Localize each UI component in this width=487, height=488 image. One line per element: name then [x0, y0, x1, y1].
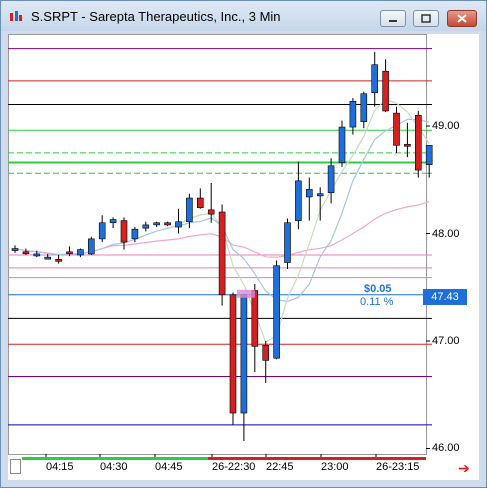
time-label: 26-22:30: [212, 461, 256, 473]
candle-body: [153, 222, 160, 226]
session-bar-afterhours: [208, 457, 426, 460]
candle-body: [11, 248, 19, 251]
window-title: S.SRPT - Sarepta Therapeutics, Inc., 3 M…: [31, 9, 281, 24]
time-label: 23:00: [321, 461, 349, 473]
time-label: 04:15: [46, 461, 74, 473]
candle-body: [88, 238, 95, 255]
price-label: 48.00: [432, 228, 460, 240]
chart-app-icon: [10, 11, 22, 21]
candle-body: [251, 290, 259, 347]
title-bar[interactable]: S.SRPT - Sarepta Therapeutics, Inc., 3 M…: [1, 1, 486, 31]
scroll-right-arrow-icon[interactable]: ➔: [458, 460, 470, 477]
session-bar-premarket: [22, 457, 208, 460]
candle-body: [414, 114, 422, 171]
candle-body: [33, 253, 41, 257]
price-chart[interactable]: [8, 34, 479, 480]
restore-icon: [421, 14, 431, 23]
minimize-button[interactable]: [380, 10, 406, 27]
candle-body: [207, 209, 215, 215]
close-icon: [457, 14, 467, 23]
time-label: 22:45: [266, 461, 294, 473]
candle-body: [305, 189, 313, 198]
candle-body: [120, 220, 128, 243]
candle-body: [175, 221, 182, 228]
minimize-icon: [389, 20, 397, 22]
close-button[interactable]: [447, 10, 477, 27]
candle-body: [240, 294, 248, 414]
time-label: 26-23:15: [376, 461, 420, 473]
candle-body: [109, 219, 117, 224]
current-price-tag: 47.43: [423, 289, 467, 305]
candle-body: [262, 344, 269, 361]
price-label: 46.00: [432, 442, 460, 454]
candle-body: [393, 112, 400, 146]
time-label: 04:30: [100, 461, 128, 473]
candle-body: [229, 294, 237, 414]
candle-body: [44, 256, 52, 260]
candle-body: [186, 197, 193, 222]
candle-body: [371, 64, 379, 93]
price-label: 49.00: [432, 120, 460, 132]
candle-body: [142, 224, 150, 229]
candle-body: [404, 143, 411, 147]
chart-area[interactable]: [8, 34, 479, 480]
candle-body: [218, 211, 226, 296]
candle-body: [338, 126, 346, 163]
candle-body: [349, 100, 357, 128]
candle-body: [273, 265, 280, 359]
candle-body: [55, 259, 62, 262]
time-label: 04:45: [155, 461, 183, 473]
candle-body: [316, 193, 324, 197]
candle-body: [382, 70, 389, 112]
price-label: 47.00: [432, 335, 460, 347]
maximize-button[interactable]: [413, 10, 439, 27]
candle-body: [131, 228, 139, 240]
candle-body: [284, 222, 291, 263]
scroll-reset-box[interactable]: [10, 459, 21, 474]
candle-body: [66, 251, 73, 255]
candle-body: [327, 165, 335, 193]
candle-body: [425, 145, 433, 165]
candle-body: [197, 197, 204, 208]
candle-body: [164, 222, 171, 226]
change-value: $0.05: [364, 283, 392, 295]
candle-body: [295, 180, 302, 221]
candle-body: [22, 251, 30, 255]
candle-body: [98, 222, 106, 240]
change-percent: 0.11 %: [360, 296, 394, 308]
candle-body: [360, 93, 368, 123]
candle-body: [77, 249, 84, 256]
price-marker: [236, 289, 255, 298]
